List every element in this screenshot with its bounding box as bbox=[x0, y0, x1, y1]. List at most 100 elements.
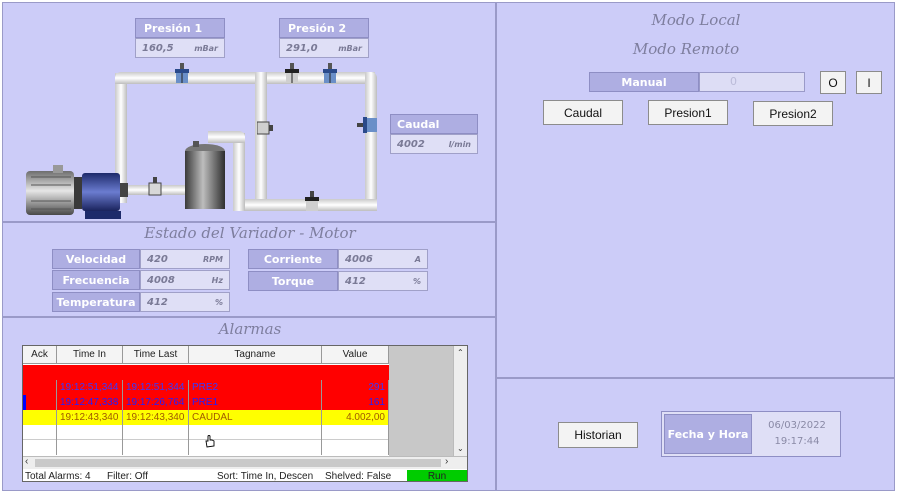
alarm-shelved: Shelved: False bbox=[325, 471, 392, 482]
cell-time-in: 19:12:43,340 bbox=[57, 410, 123, 425]
off-button[interactable]: O bbox=[820, 71, 846, 94]
datetime-date: 06/03/2022 bbox=[768, 420, 826, 431]
alarm-table[interactable]: Ack Time In Time Last Tagname Value 19:1… bbox=[22, 345, 468, 482]
speed-value-box: 420 RPM bbox=[140, 249, 230, 269]
speed-value: 420 bbox=[147, 253, 168, 265]
alarm-sort: Sort: Time In, Descen bbox=[217, 471, 314, 482]
cell-ack bbox=[23, 410, 57, 425]
process-panel bbox=[2, 2, 496, 222]
torque-value: 412 bbox=[345, 275, 366, 287]
cell-time-in: 19:12:51,344 bbox=[57, 380, 123, 395]
hand-cursor-icon bbox=[205, 435, 215, 448]
column-header-time-in[interactable]: Time In bbox=[57, 346, 123, 364]
speed-setpoint-slider[interactable]: 0 bbox=[699, 72, 805, 92]
pipe-right-riser bbox=[365, 72, 377, 210]
pressure2-unit: mBar bbox=[338, 43, 362, 53]
current-value: 4006 bbox=[345, 253, 373, 265]
valve-icon[interactable] bbox=[357, 115, 377, 135]
flow-value: 4002 bbox=[397, 138, 425, 150]
pressure1-value: 160,5 bbox=[142, 42, 174, 54]
scroll-up-icon[interactable]: ⌃ bbox=[457, 348, 464, 357]
current-unit: A bbox=[414, 254, 421, 264]
valve-icon[interactable] bbox=[321, 63, 339, 93]
column-header-time-last[interactable]: Time Last bbox=[123, 346, 189, 364]
column-header-value[interactable]: Value bbox=[322, 346, 389, 364]
pressure1-label: Presión 1 bbox=[135, 18, 225, 38]
datetime-label: Fecha y Hora bbox=[664, 414, 752, 454]
cell-ack bbox=[23, 380, 57, 395]
cell-time-last: 19:12:43,340 bbox=[123, 410, 189, 425]
vertical-scrollbar[interactable]: ⌃ ⌄ bbox=[453, 346, 467, 456]
temperature-value: 412 bbox=[147, 296, 168, 308]
on-button[interactable]: I bbox=[856, 71, 882, 94]
cell-value bbox=[322, 425, 389, 440]
cell-ack bbox=[23, 365, 57, 380]
motor-pump-icon bbox=[26, 165, 128, 219]
mode-local-label[interactable]: Modo Local bbox=[596, 11, 796, 29]
historian-button[interactable]: Historian bbox=[558, 422, 638, 448]
pressure2-label: Presión 2 bbox=[279, 18, 369, 38]
caudal-button[interactable]: Caudal bbox=[543, 100, 623, 125]
temperature-value-box: 412 % bbox=[140, 292, 230, 312]
cell-time-in: 19:12:47,338 bbox=[57, 395, 123, 410]
scada-screen: Presión 1 160,5 mBar Presión 2 291,0 mBa… bbox=[0, 0, 897, 493]
cell-time-last: 19:17:26,764 bbox=[123, 395, 189, 410]
scroll-down-icon[interactable]: ⌄ bbox=[457, 444, 464, 453]
valve-icon[interactable] bbox=[257, 118, 273, 138]
datetime-time: 19:17:44 bbox=[774, 436, 820, 447]
frequency-value-box: 4008 Hz bbox=[140, 270, 230, 290]
presion2-button[interactable]: Presion2 bbox=[753, 101, 833, 126]
frequency-value: 4008 bbox=[147, 274, 175, 286]
alarm-total: Total Alarms: 4 bbox=[25, 471, 91, 482]
cell-value: 4.002,00 bbox=[322, 410, 389, 425]
valve-icon[interactable] bbox=[283, 63, 301, 93]
pressure1-unit: mBar bbox=[194, 43, 218, 53]
flow-label: Caudal bbox=[390, 114, 478, 134]
horizontal-scrollbar[interactable]: ‹ › bbox=[23, 456, 467, 469]
scroll-left-icon[interactable]: ‹ bbox=[25, 456, 28, 467]
frequency-label: Frecuencia bbox=[52, 270, 140, 290]
pressure1-value-box: 160,5 mBar bbox=[135, 38, 225, 58]
current-label: Corriente bbox=[248, 249, 338, 269]
cell-tagname: CAUDAL bbox=[189, 410, 322, 425]
cell-time-in bbox=[57, 440, 123, 455]
cell-ack bbox=[23, 395, 57, 410]
alarm-run-status: Run bbox=[407, 470, 467, 481]
alarm-filter: Filter: Off bbox=[107, 471, 148, 482]
flow-value-box: 4002 l/min bbox=[390, 134, 478, 154]
speed-label: Velocidad bbox=[52, 249, 140, 269]
presion1-button[interactable]: Presion1 bbox=[648, 100, 728, 125]
cell-time-last bbox=[123, 425, 189, 440]
cell-time-last: 19:12:51,344 bbox=[123, 380, 189, 395]
table-row[interactable]: 19:12:43,340 19:12:43,340 CAUDAL 4.002,0… bbox=[23, 410, 389, 425]
table-row[interactable]: 19:12:51,344 19:12:51,344 PRE2 291 bbox=[23, 380, 389, 395]
scroll-right-icon[interactable]: › bbox=[445, 456, 448, 467]
cell-ack bbox=[23, 440, 57, 455]
valve-icon[interactable] bbox=[303, 191, 321, 213]
cell-tagname: PRE2 bbox=[189, 380, 322, 395]
cell-time-last bbox=[123, 440, 189, 455]
column-header-tagname[interactable]: Tagname bbox=[189, 346, 322, 364]
current-value-box: 4006 A bbox=[338, 249, 428, 269]
valve-icon[interactable] bbox=[173, 63, 191, 93]
cell-value: 291 bbox=[322, 380, 389, 395]
mode-remote-label[interactable]: Modo Remoto bbox=[586, 40, 786, 58]
datetime-box: Fecha y Hora 06/03/2022 19:17:44 bbox=[661, 411, 841, 457]
temperature-label: Temperatura bbox=[52, 292, 140, 312]
table-empty-area bbox=[389, 346, 453, 456]
torque-value-box: 412 % bbox=[338, 271, 428, 291]
valve-icon[interactable] bbox=[146, 177, 164, 199]
flow-unit: l/min bbox=[448, 139, 471, 149]
pressure2-value-box: 291,0 mBar bbox=[279, 38, 369, 58]
table-row[interactable] bbox=[23, 365, 389, 380]
table-row-selected[interactable]: 19:12:47,338 19:17:26,764 PRE1 161 bbox=[23, 395, 389, 410]
cell-time-in bbox=[57, 425, 123, 440]
drive-status-title: Estado del Variador - Motor bbox=[144, 224, 356, 242]
control-panel bbox=[496, 2, 895, 378]
cell-value: 161 bbox=[322, 395, 389, 410]
cell-tagname: PRE1 bbox=[189, 395, 322, 410]
cell-ack bbox=[23, 425, 57, 440]
speed-unit: RPM bbox=[203, 254, 223, 264]
column-header-ack[interactable]: Ack bbox=[23, 346, 57, 364]
scrollbar-thumb[interactable] bbox=[35, 459, 441, 467]
